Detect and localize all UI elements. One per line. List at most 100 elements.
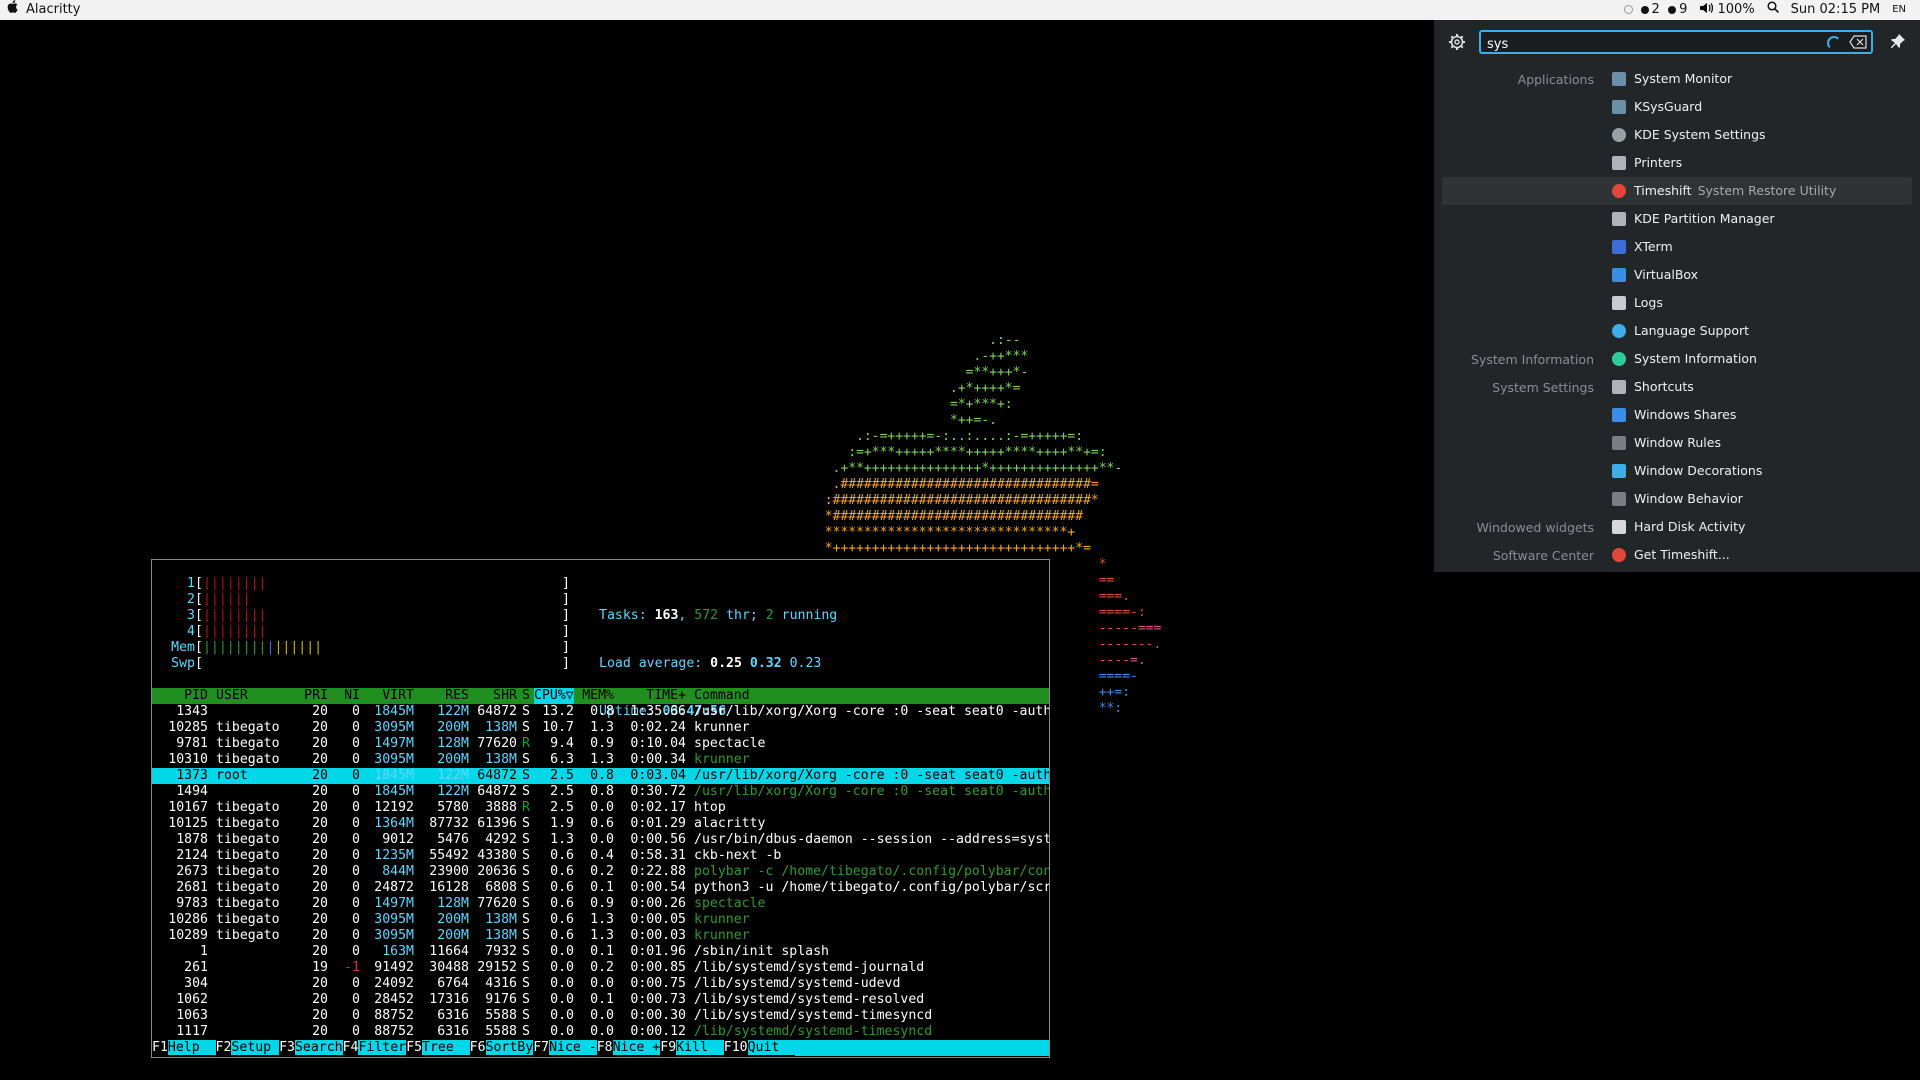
table-row-selected[interactable]: 1373 root 20 0 1845M 122M 64872 S 2.5 0.8 0:03.04 /… — [152, 768, 1049, 784]
fkey-f1-button[interactable]: F1Help — [152, 1040, 216, 1056]
table-row[interactable]: 2673 tibegato 20 0 844M 23900 20636 S 0.6 0.2 0:22… — [152, 864, 1049, 880]
column-header-pid[interactable]: PID — [152, 688, 208, 704]
table-row[interactable]: 2124 tibegato 20 0 1235M 55492 43380 S 0.6 0.4 0:5… — [152, 848, 1049, 864]
fkey-f8-button[interactable]: F8Nice + — [596, 1040, 661, 1056]
logs-icon — [1612, 296, 1626, 310]
krunner-result-item[interactable]: Logs — [1442, 289, 1912, 317]
cell-user: tibegato — [216, 720, 280, 735]
cell-mem: 1.3 — [590, 752, 614, 767]
table-row[interactable]: 304 20 0 24092 6764 4316 S 0.0 0.0 0:00.75/lib/sy… — [152, 976, 1049, 992]
table-row[interactable]: 1878 tibegato 20 0 9012 5476 4292 S 1.3 0.0 0:00.5… — [152, 832, 1049, 848]
cell-virt: 3095M — [374, 752, 414, 767]
krunner-result-item[interactable]: Window Decorations — [1442, 457, 1912, 485]
result-title: System Monitor — [1634, 71, 1733, 86]
htop-terminal-window[interactable]: 1[||||||||] 2[||||||] 3[||||||||] 4[|||||||… — [151, 559, 1050, 1058]
fkey-label: Nice - — [549, 1040, 597, 1055]
fkey-f5-button[interactable]: F5Tree — [406, 1040, 470, 1056]
column-header-cpu[interactable]: CPU%▽ — [534, 688, 574, 704]
keyboard-layout[interactable]: EN — [1892, 0, 1906, 20]
cell-user: root — [216, 768, 248, 783]
cell-s: S — [522, 960, 530, 975]
cell-pid: 10286 — [168, 912, 208, 927]
cell-time: 0:00.26 — [630, 896, 686, 911]
cell-mem: 0.6 — [590, 816, 614, 831]
clear-text-icon[interactable] — [1849, 35, 1867, 49]
cell-pri: 20 — [312, 816, 328, 831]
fkey-f6-button[interactable]: F6SortBy — [469, 1040, 534, 1056]
apple-menu-icon[interactable] — [6, 0, 18, 20]
krunner-result-item[interactable]: KDE Partition Manager — [1442, 205, 1912, 233]
table-row[interactable]: 9781 tibegato 20 0 1497M 128M 77620 R 9.4 0.9 0:10… — [152, 736, 1049, 752]
krunner-result-item[interactable]: KSysGuard — [1442, 93, 1912, 121]
meter-label: Swp — [171, 656, 195, 671]
krunner-result-item[interactable]: System Settings Shortcuts — [1442, 373, 1912, 401]
cell-shr: 61396 — [477, 816, 517, 831]
fkey-f10-button[interactable]: F10Quit — [723, 1040, 796, 1056]
krunner-result-item[interactable]: Software Center Get Timeshift... — [1442, 541, 1912, 569]
fkey-f9-button[interactable]: F9Kill — [660, 1040, 724, 1056]
krunner-result-item[interactable]: System Information System Information — [1442, 345, 1912, 373]
column-header-shr[interactable]: SHR — [469, 688, 517, 704]
column-header-pri[interactable]: PRI — [288, 688, 328, 704]
gear-icon[interactable] — [1448, 33, 1466, 51]
krunner-result-item[interactable]: KDE System Settings — [1442, 121, 1912, 149]
table-row[interactable]: 9783 tibegato 20 0 1497M 128M 77620 S 0.6 0.9 0:00… — [152, 896, 1049, 912]
fkey-f2-button[interactable]: F2Setup — [215, 1040, 280, 1056]
cell-pri: 20 — [312, 1008, 328, 1023]
krunner-search-box[interactable] — [1479, 30, 1873, 54]
column-header-virt[interactable]: VIRT — [360, 688, 414, 704]
cell-cmd: krunner — [694, 912, 750, 927]
volume-control[interactable]: 100% — [1699, 0, 1755, 20]
krunner-result-item[interactable]: VirtualBox — [1442, 261, 1912, 289]
krunner-result-item[interactable]: Window Rules — [1442, 429, 1912, 457]
cell-ni: 0 — [352, 1008, 360, 1023]
krunner-result-item[interactable]: Window Behavior — [1442, 485, 1912, 513]
table-row[interactable]: 2681 tibegato 20 0 24872 16128 6808 S 0.6 0.1 0:00… — [152, 880, 1049, 896]
fkey-label: Quit — [747, 1040, 796, 1055]
krunner-result-item[interactable]: Printers — [1442, 149, 1912, 177]
cell-time: 1:35.66 — [630, 704, 686, 719]
krunner-result-item[interactable]: Windowed widgets Hard Disk Activity — [1442, 513, 1912, 541]
fkey-f3-button[interactable]: F3Search — [279, 1040, 343, 1056]
table-row[interactable]: 1063 20 0 88752 6316 5588 S 0.0 0.0 0:00.30/lib/s… — [152, 1008, 1049, 1024]
table-row[interactable]: 10167 tibegato 20 0 12192 5780 3888 R 2.5 0.0 0:02… — [152, 800, 1049, 816]
process-table[interactable]: PID USER PRI NI VIRT RES SHR S CPU%▽ MEM% TIME+ Com… — [152, 688, 1049, 1040]
process-table-header[interactable]: PID USER PRI NI VIRT RES SHR S CPU%▽ MEM% TIME+ Com… — [152, 688, 1049, 704]
table-row[interactable]: 10286 tibegato 20 0 3095M 200M 138M S 0.6 1.3 0:00… — [152, 912, 1049, 928]
column-header-mem[interactable]: MEM% — [574, 688, 614, 704]
column-header-res[interactable]: RES — [414, 688, 469, 704]
krunner-result-item[interactable]: Timeshift System Restore Utility — [1442, 177, 1912, 205]
table-row[interactable]: 1494 20 0 1845M 122M 64872 S 2.5 0.8 0:30.72/usr/… — [152, 784, 1049, 800]
result-category-label: Applications — [1517, 72, 1594, 87]
cpu-meters: 1[||||||||] 2[||||||] 3[||||||||] 4[|||||||… — [168, 576, 570, 672]
column-header-s[interactable]: S — [522, 688, 534, 704]
table-row[interactable]: 1062 20 0 28452 17316 9176 S 0.0 0.1 0:00.73/lib/… — [152, 992, 1049, 1008]
krunner-result-item[interactable]: Applications System Monitor — [1442, 65, 1912, 93]
workspace-indicator[interactable]: 2 9 — [1624, 0, 1687, 20]
table-row[interactable]: 261 19 -1 91492 30488 29152 S 0.0 0.2 0:00.85/lib… — [152, 960, 1049, 976]
meter-cpu-3: 3[||||||||] — [168, 608, 570, 624]
table-row[interactable]: 1343 20 0 1845M 122M 64872 S 13.2 0.8 1:35.66/usr… — [152, 704, 1049, 720]
column-header-ni[interactable]: NI — [328, 688, 360, 704]
clock[interactable]: Sun 02:15 PM — [1791, 0, 1881, 20]
timeshift-icon — [1612, 548, 1626, 562]
cell-pri: 20 — [312, 704, 328, 719]
fkey-f7-button[interactable]: F7Nice - — [533, 1040, 597, 1056]
krunner-result-item[interactable]: XTerm — [1442, 233, 1912, 261]
pin-icon[interactable] — [1890, 33, 1906, 49]
table-row[interactable]: 10310 tibegato 20 0 3095M 200M 138M S 6.3 1.3 0:00… — [152, 752, 1049, 768]
search-input[interactable] — [1485, 34, 1809, 54]
hard-disk-icon — [1612, 520, 1626, 534]
table-row[interactable]: 10289 tibegato 20 0 3095M 200M 138M S 0.6 1.3 0:00… — [152, 928, 1049, 944]
column-header-user[interactable]: USER — [216, 688, 286, 704]
table-row[interactable]: 1117 20 0 88752 6316 5588 S 0.0 0.0 0:00.12/lib/s… — [152, 1024, 1049, 1040]
krunner-result-item[interactable]: Language Support — [1442, 317, 1912, 345]
search-icon[interactable] — [1767, 0, 1779, 20]
column-header-cmd[interactable]: Command — [694, 688, 1049, 704]
fkey-f4-button[interactable]: F4Filter — [342, 1040, 407, 1056]
table-row[interactable]: 10125 tibegato 20 0 1364M 87732 61396 S 1.9 0.6 0:… — [152, 816, 1049, 832]
table-row[interactable]: 10285 tibegato 20 0 3095M 200M 138M S 10.7 1.3 0:0… — [152, 720, 1049, 736]
krunner-result-item[interactable]: Windows Shares — [1442, 401, 1912, 429]
column-header-time[interactable]: TIME+ — [614, 688, 686, 704]
table-row[interactable]: 1 20 0 163M 11664 7932 S 0.0 0.1 0:01.96/sbin/ini… — [152, 944, 1049, 960]
